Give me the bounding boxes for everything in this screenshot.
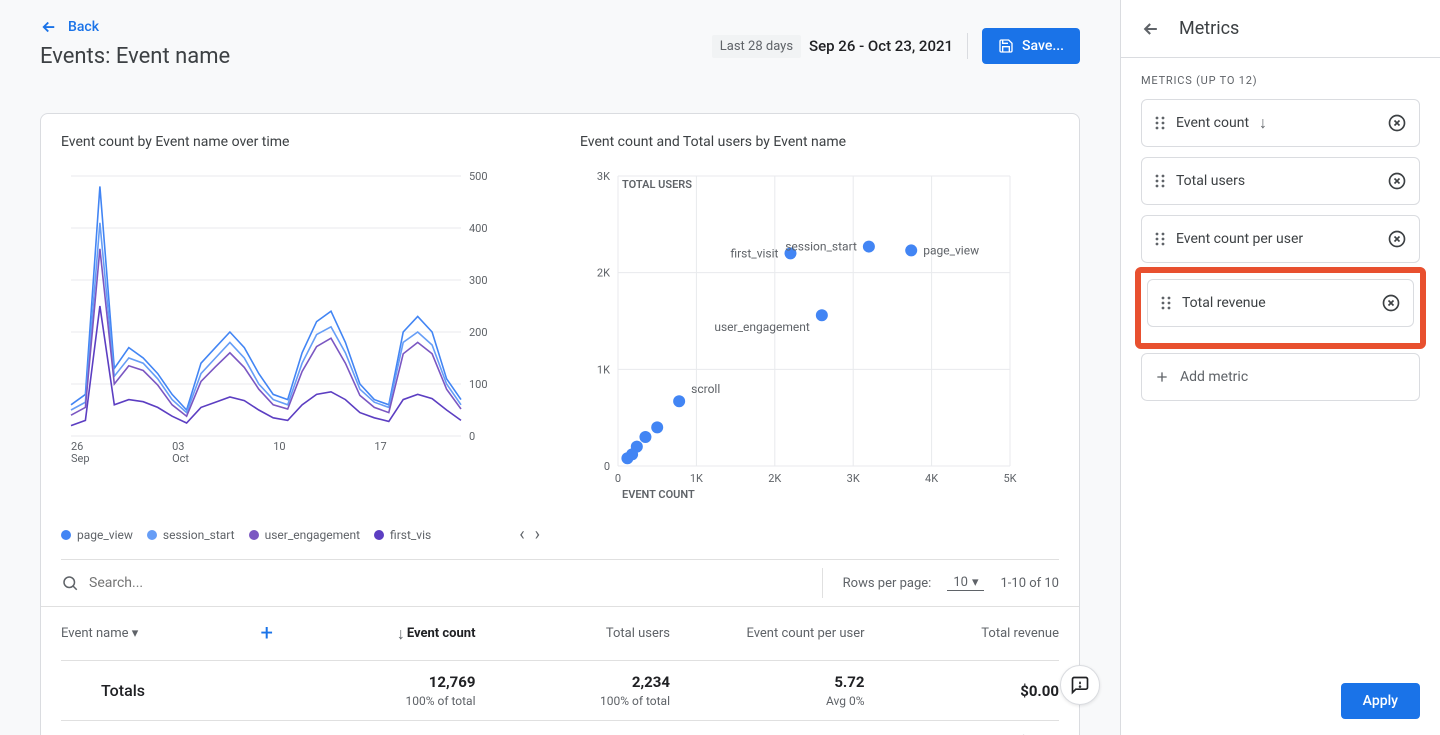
plus-icon	[1154, 369, 1170, 385]
metric-pill[interactable]: Total revenue	[1147, 279, 1414, 327]
legend-dot	[374, 530, 384, 540]
date-range-text: Sep 26 - Oct 23, 2021	[809, 37, 953, 55]
rows-per-page-select[interactable]: 10 ▾	[947, 575, 984, 591]
svg-text:0: 0	[615, 472, 621, 485]
svg-text:3K: 3K	[597, 170, 610, 183]
col-revenue[interactable]: Total revenue	[865, 626, 1060, 641]
col-event-count[interactable]: ↓Event count	[281, 624, 476, 644]
legend-prev[interactable]: ‹	[519, 524, 524, 545]
svg-text:scroll: scroll	[691, 382, 720, 396]
legend-item[interactable]: first_vis	[374, 528, 431, 542]
legend-next[interactable]: ›	[535, 524, 540, 545]
table-row[interactable]: 1page_view 3,740 2,219 1.69 $0.00	[61, 721, 1059, 735]
dropdown-icon: ▾	[972, 575, 979, 590]
date-range-picker[interactable]: Last 28 days Sep 26 - Oct 23, 2021	[712, 35, 953, 58]
page-title: Events: Event name	[40, 44, 230, 69]
svg-text:100: 100	[469, 378, 488, 391]
back-link[interactable]: Back	[40, 18, 99, 36]
drag-handle-icon	[1154, 231, 1166, 247]
legend-dot	[61, 530, 71, 540]
separator	[967, 33, 968, 59]
rows-per-page-label: Rows per page:	[843, 576, 932, 591]
legend-item[interactable]: session_start	[147, 528, 235, 542]
svg-text:2K: 2K	[597, 267, 610, 280]
svg-text:200: 200	[469, 326, 488, 339]
line-chart-legend: page_view session_start user_engagement fir…	[61, 524, 540, 545]
svg-text:1K: 1K	[690, 472, 703, 485]
scatter-chart[interactable]: 0 1K 2K 3K 4K 5K 0 1K 2K 3K TOTAL USERS EVENT COUNT…	[580, 166, 1059, 516]
totals-label: Totals	[61, 681, 281, 700]
scatter-chart-title: Event count and Total users by Event nam…	[580, 134, 1059, 150]
metric-pill[interactable]: Event count per user	[1141, 215, 1420, 263]
arrow-left-icon	[40, 18, 58, 36]
line-chart[interactable]: 010020030040050026Sep03Oct1017	[61, 166, 540, 516]
col-per-user[interactable]: Event count per user	[670, 626, 865, 641]
table-search[interactable]	[61, 568, 823, 598]
legend-item[interactable]: page_view	[61, 528, 133, 542]
svg-text:session_start: session_start	[785, 240, 857, 254]
sidebar-title: Metrics	[1179, 18, 1239, 39]
line-chart-title: Event count by Event name over time	[61, 134, 540, 150]
search-input[interactable]	[89, 575, 822, 591]
col-event-name[interactable]: Event name ▾	[61, 626, 138, 641]
highlighted-metric: Total revenue	[1135, 267, 1426, 349]
table-header: Event name ▾ + ↓Event count Total users …	[61, 607, 1059, 661]
svg-text:first_visit: first_visit	[730, 246, 778, 260]
arrow-back-icon[interactable]	[1141, 19, 1161, 39]
svg-text:2K: 2K	[768, 472, 781, 485]
save-label: Save...	[1022, 38, 1064, 54]
svg-text:300: 300	[469, 274, 488, 287]
svg-text:17: 17	[374, 440, 386, 453]
svg-text:EVENT COUNT: EVENT COUNT	[622, 488, 695, 501]
svg-text:3K: 3K	[847, 472, 860, 485]
add-metric-label: Add metric	[1180, 369, 1248, 385]
legend-dot	[249, 530, 259, 540]
svg-text:500: 500	[469, 170, 488, 183]
svg-text:page_view: page_view	[923, 243, 979, 257]
svg-text:0: 0	[604, 460, 610, 473]
feedback-icon	[1070, 675, 1090, 695]
remove-icon[interactable]	[1387, 229, 1407, 249]
metrics-sidebar: Metrics METRICS (UP TO 12) Event count↓ T…	[1120, 0, 1440, 735]
remove-icon[interactable]	[1387, 113, 1407, 133]
chevron-down-icon: ▾	[132, 626, 139, 641]
table-row-totals: Totals 12,769100% of total 2,234100% of …	[61, 661, 1059, 721]
page-info: 1-10 of 10	[1000, 576, 1059, 591]
svg-text:1K: 1K	[597, 363, 610, 376]
sort-desc-icon: ↓	[397, 624, 405, 644]
metrics-caption: METRICS (UP TO 12)	[1141, 74, 1420, 87]
svg-text:4K: 4K	[925, 472, 938, 485]
report-card: Event count by Event name over time 0100…	[40, 113, 1080, 735]
search-icon	[61, 574, 79, 592]
date-prefix: Last 28 days	[712, 35, 801, 58]
svg-text:5K: 5K	[1003, 472, 1016, 485]
drag-handle-icon	[1154, 115, 1166, 131]
svg-text:Oct: Oct	[172, 452, 189, 465]
apply-button[interactable]: Apply	[1341, 683, 1420, 719]
remove-icon[interactable]	[1387, 171, 1407, 191]
sort-indicator-icon: ↓	[1259, 113, 1267, 133]
svg-text:user_engagement: user_engagement	[714, 320, 810, 334]
drag-handle-icon	[1154, 173, 1166, 189]
metric-pill[interactable]: Event count↓	[1141, 99, 1420, 147]
add-dimension-button[interactable]: +	[261, 621, 273, 646]
legend-item[interactable]: user_engagement	[249, 528, 360, 542]
drag-handle-icon	[1160, 295, 1172, 311]
save-button[interactable]: Save...	[982, 28, 1080, 64]
save-icon	[998, 38, 1014, 54]
svg-text:Sep: Sep	[71, 452, 90, 465]
metric-pill[interactable]: Total users	[1141, 157, 1420, 205]
col-total-users[interactable]: Total users	[476, 626, 671, 641]
remove-icon[interactable]	[1381, 293, 1401, 313]
svg-text:TOTAL USERS: TOTAL USERS	[622, 178, 692, 191]
add-metric-button[interactable]: Add metric	[1141, 353, 1420, 401]
svg-text:0: 0	[469, 430, 475, 443]
feedback-button[interactable]	[1060, 665, 1100, 705]
svg-text:10: 10	[273, 440, 285, 453]
svg-text:400: 400	[469, 222, 488, 235]
legend-dot	[147, 530, 157, 540]
back-label: Back	[68, 19, 99, 35]
